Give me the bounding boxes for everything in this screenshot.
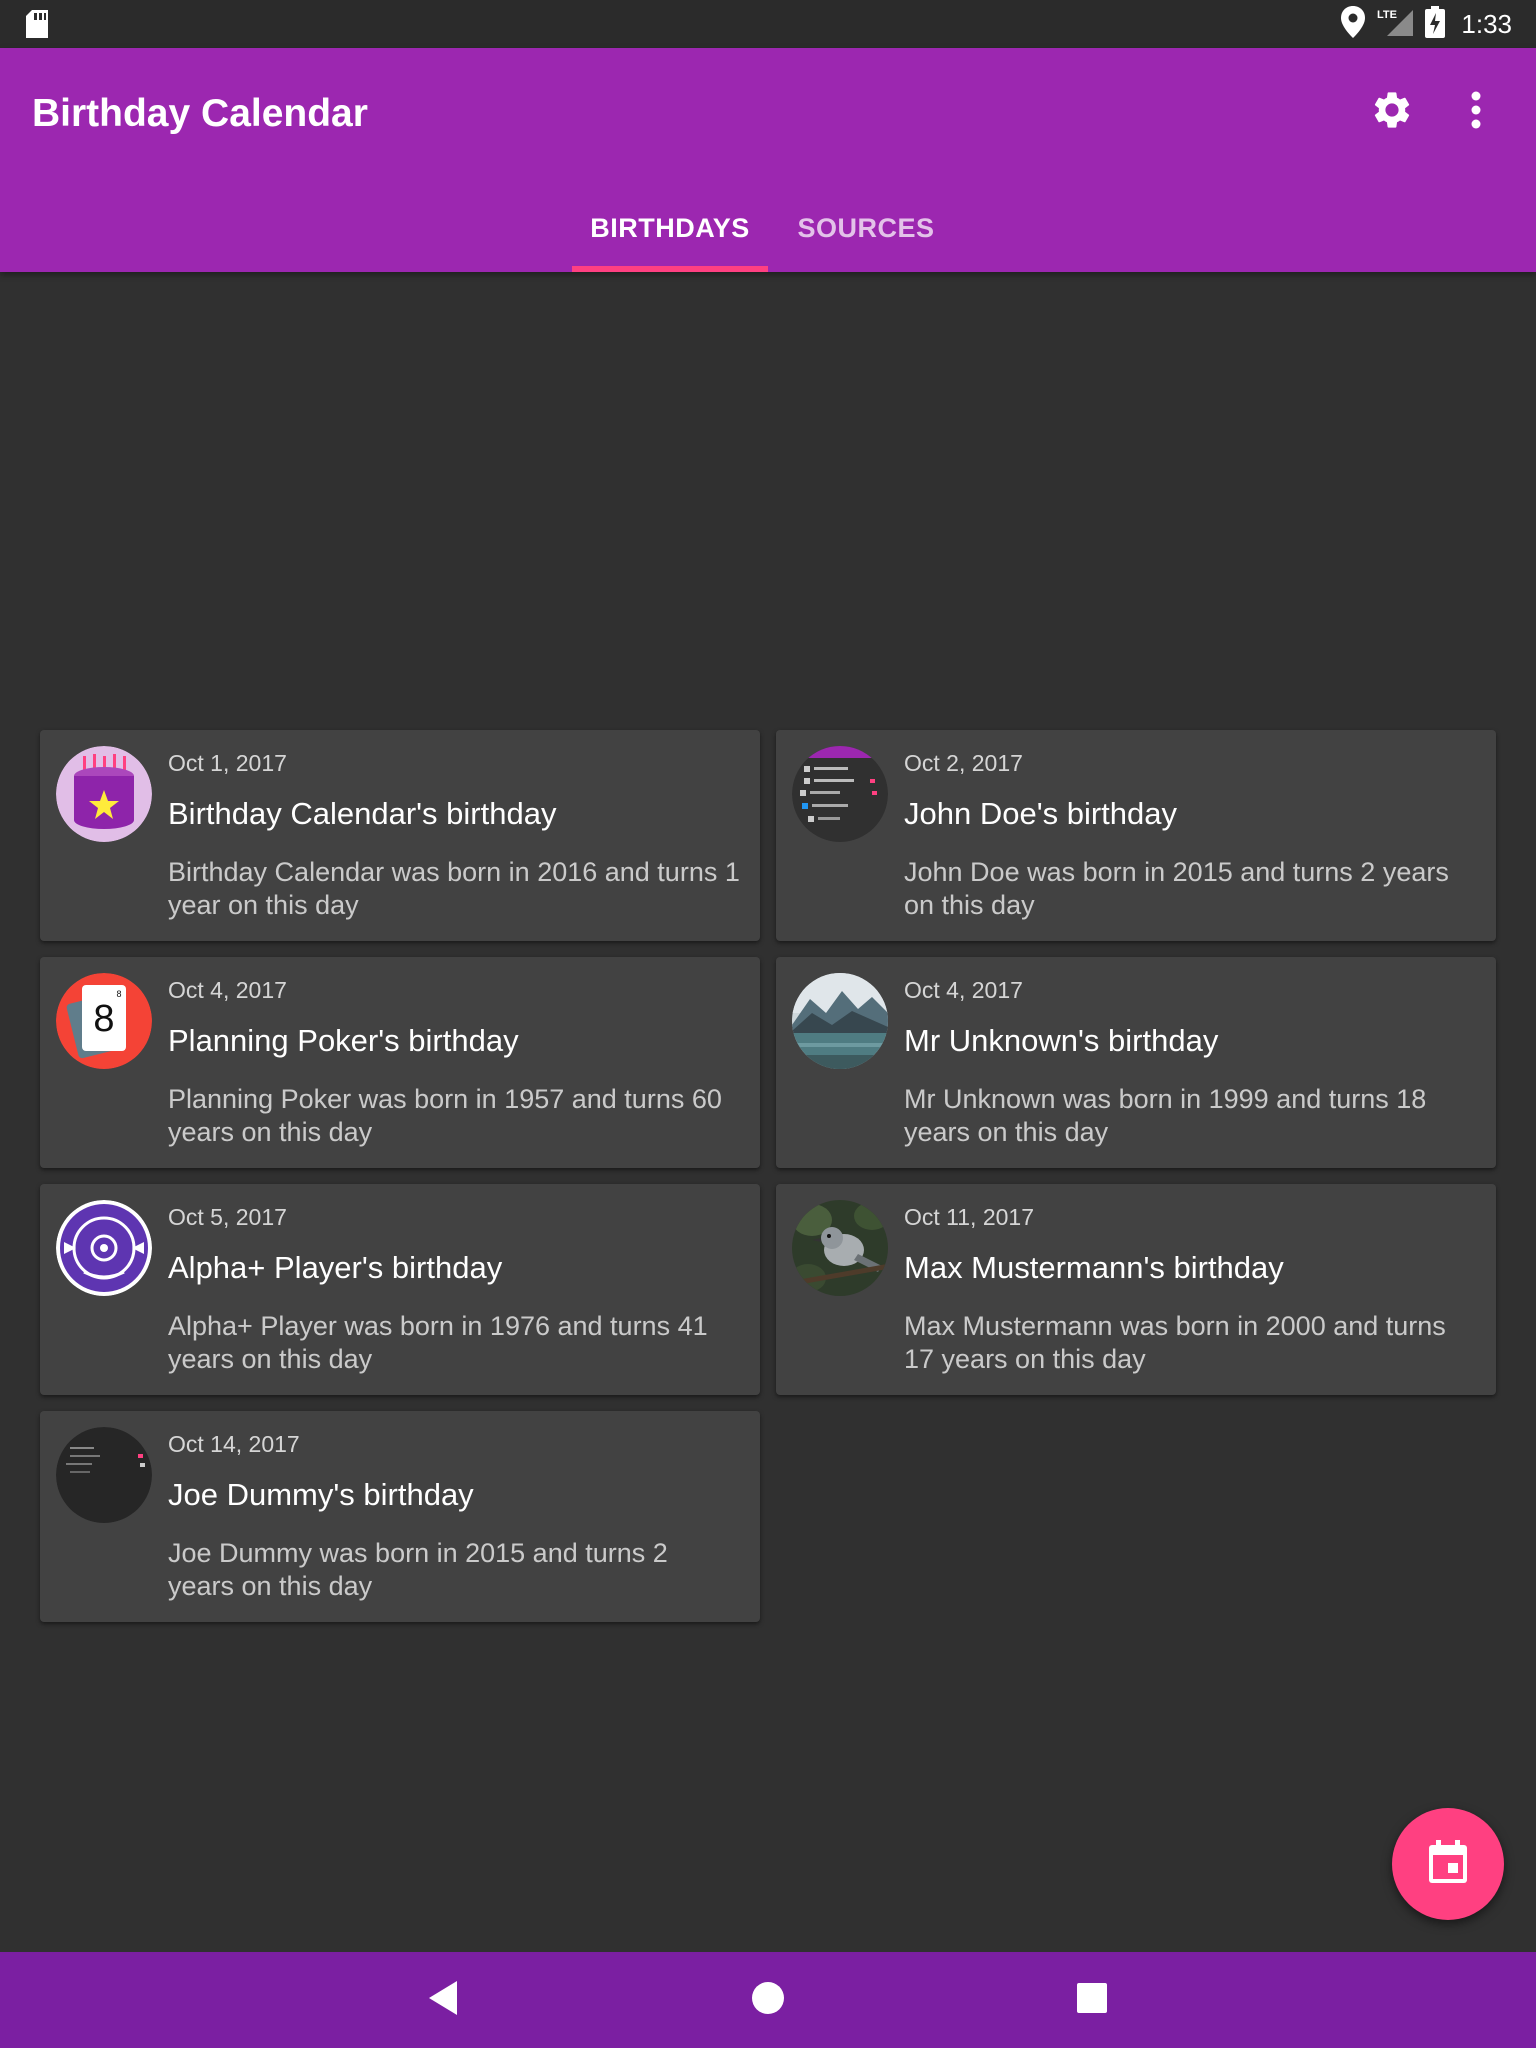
disc-player-avatar: [56, 1200, 152, 1296]
birthday-card[interactable]: Oct 2, 2017 John Doe's birthday John Doe…: [776, 730, 1496, 941]
cake-avatar: [56, 746, 152, 842]
birthday-title: Mr Unknown's birthday: [904, 1023, 1219, 1058]
bird-avatar: [792, 1200, 888, 1296]
birthday-card[interactable]: Oct 11, 2017 Max Mustermann's birthday M…: [776, 1184, 1496, 1395]
svg-text:LTE: LTE: [1377, 9, 1397, 21]
navigation-bar: [0, 1952, 1536, 2048]
svg-text:8: 8: [116, 989, 121, 999]
birthday-description: Mr Unknown was born in 1999 and turns 18…: [904, 1084, 1427, 1147]
more-vert-icon: [1470, 90, 1482, 135]
home-icon: [751, 1981, 785, 2020]
settings-button[interactable]: [1360, 80, 1424, 144]
more-options-button[interactable]: [1444, 80, 1508, 144]
birthday-title: John Doe's birthday: [904, 796, 1178, 831]
tab-bar: BIRTHDAYS SOURCES: [0, 184, 1536, 272]
birthday-title: Birthday Calendar's birthday: [168, 796, 557, 831]
birthday-card[interactable]: Oct 5, 2017 Alpha+ Player's birthday Alp…: [40, 1184, 760, 1395]
app-title: Birthday Calendar: [32, 92, 368, 135]
birthday-card[interactable]: Oct 4, 2017 Mr Unknown's birthday Mr Unk…: [776, 957, 1496, 1168]
tab-sources[interactable]: SOURCES: [768, 184, 964, 272]
birthday-title: Joe Dummy's birthday: [168, 1477, 474, 1512]
back-button[interactable]: [412, 1968, 476, 2032]
birthday-list: Oct 1, 2017 Birthday Calendar's birthday…: [40, 730, 1496, 1622]
birthday-description: Alpha+ Player was born in 1976 and turns…: [168, 1311, 708, 1374]
poker-card-avatar: 8 8: [56, 973, 152, 1069]
calendar-event-icon: [1428, 1839, 1468, 1889]
birthday-title: Planning Poker's birthday: [168, 1023, 519, 1058]
calendar-fab-button[interactable]: [1392, 1808, 1504, 1920]
birthday-description: Birthday Calendar was born in 2016 and t…: [168, 857, 740, 920]
birthday-description: Planning Poker was born in 1957 and turn…: [168, 1084, 722, 1147]
birthday-description: Joe Dummy was born in 2015 and turns 2 y…: [168, 1538, 668, 1601]
tab-indicator: [572, 266, 768, 272]
birthday-description: John Doe was born in 2015 and turns 2 ye…: [904, 857, 1449, 920]
svg-text:8: 8: [93, 998, 114, 1040]
recents-button[interactable]: [1060, 1968, 1124, 2032]
status-bar: LTE 1:33: [0, 0, 1536, 48]
birthday-card[interactable]: Oct 1, 2017 Birthday Calendar's birthday…: [40, 730, 760, 941]
battery-charging-icon: [1425, 5, 1446, 43]
dark-screenshot-avatar: [56, 1427, 152, 1523]
birthday-card[interactable]: Oct 14, 2017 Joe Dummy's birthday Joe Du…: [40, 1411, 760, 1622]
birthday-date: Oct 2, 2017: [904, 750, 1023, 776]
clock: 1:33: [1461, 8, 1512, 39]
tab-birthdays[interactable]: BIRTHDAYS: [572, 184, 768, 272]
birthday-date: Oct 4, 2017: [168, 977, 287, 1003]
app-bar: Birthday Calendar BIRTHDAYS SOURCES: [0, 48, 1536, 272]
birthday-title: Alpha+ Player's birthday: [168, 1250, 503, 1285]
birthday-date: Oct 11, 2017: [904, 1204, 1034, 1230]
mountain-lake-avatar: [792, 973, 888, 1069]
birthday-description: Max Mustermann was born in 2000 and turn…: [904, 1311, 1446, 1374]
birthday-date: Oct 4, 2017: [904, 977, 1023, 1003]
signal-icon: LTE: [1375, 6, 1415, 43]
screenshot-avatar: [792, 746, 888, 842]
settings-icon: [1370, 88, 1414, 137]
sd-card-icon: [24, 10, 50, 43]
recents-icon: [1077, 1982, 1107, 2018]
birthday-card[interactable]: 8 8 Oct 4, 2017 Planning Poker's birthda…: [40, 957, 760, 1168]
location-icon: [1341, 5, 1366, 43]
birthday-date: Oct 14, 2017: [168, 1431, 300, 1457]
birthday-date: Oct 1, 2017: [168, 750, 287, 776]
back-icon: [429, 1980, 459, 2020]
birthday-date: Oct 5, 2017: [168, 1204, 287, 1230]
birthday-title: Max Mustermann's birthday: [904, 1250, 1284, 1285]
home-button[interactable]: [736, 1968, 800, 2032]
